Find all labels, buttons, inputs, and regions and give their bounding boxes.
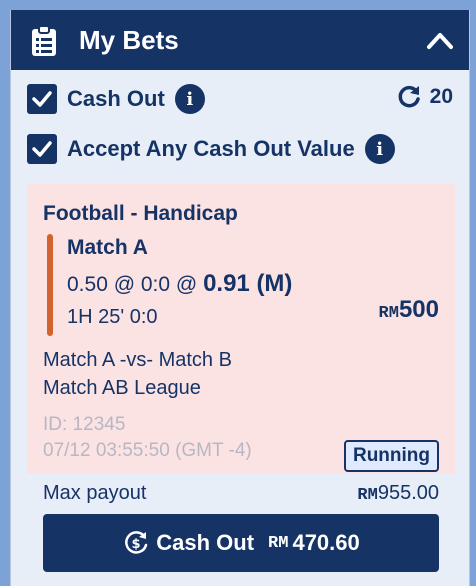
refresh-icon[interactable]	[396, 84, 422, 110]
cash-out-button[interactable]: $ Cash Out RM 470.60	[43, 514, 439, 572]
cash-out-amount: 470.60	[292, 530, 360, 555]
stake-amount: 500	[398, 296, 439, 323]
accept-any-option: Accept Any Cash Out Value i	[27, 134, 395, 164]
status-badge: Running	[343, 440, 439, 472]
teams-info: Match A -vs- Match B Match AB League	[43, 346, 232, 402]
accept-any-checkbox[interactable]	[27, 134, 57, 164]
league: Match AB League	[43, 377, 201, 399]
odds-line: 0.50 @ 0:0 @ 0.91 (M)	[67, 270, 292, 298]
accept-any-label: Accept Any Cash Out Value	[67, 136, 355, 161]
bet-card: Football - Handicap Match A 0.50 @ 0:0 @…	[27, 184, 455, 474]
page-title: My Bets	[79, 25, 179, 55]
checkmark-icon	[32, 91, 52, 107]
cash-out-icon: $	[125, 531, 148, 554]
info-icon[interactable]: i	[174, 84, 205, 114]
stake: RM500	[379, 296, 439, 324]
info-icon[interactable]: i	[364, 134, 395, 164]
bet-type: Football - Handicap	[43, 202, 238, 225]
accent-bar	[47, 234, 53, 336]
bet-meta: ID: 12345 07/12 03:55:50 (GMT -4)	[43, 412, 252, 464]
chevron-up-icon[interactable]	[425, 28, 455, 52]
checkmark-icon	[32, 141, 52, 157]
max-payout-label: Max payout	[43, 482, 147, 504]
refresh-count: 20	[429, 85, 453, 108]
payout-currency: RM	[357, 486, 378, 505]
odds-prefix: 0.50 @ 0:0 @	[67, 273, 198, 296]
payout-amount: 955.00	[377, 482, 439, 504]
bet-datetime: 07/12 03:55:50 (GMT -4)	[43, 440, 252, 461]
svg-text:$: $	[132, 537, 141, 552]
stake-currency: RM	[378, 304, 399, 323]
cash-out-option: Cash Out i	[27, 84, 205, 114]
teams: Match A -vs- Match B	[43, 349, 232, 371]
odds-value: 0.91 (M)	[203, 270, 293, 297]
panel-header[interactable]: My Bets	[11, 10, 469, 70]
max-payout-value: RM955.00	[357, 482, 439, 505]
max-payout-row: Max payout RM955.00	[43, 482, 439, 505]
cash-out-button-label: Cash Out	[156, 530, 255, 555]
my-bets-panel: My Bets Cash Out i 20 Accept Any Cash Ou…	[10, 10, 470, 586]
bet-id: ID: 12345	[43, 414, 126, 435]
cash-out-currency: RM	[268, 533, 289, 553]
refresh-counter[interactable]: 20	[396, 84, 453, 110]
match-name: Match A	[67, 236, 148, 259]
clipboard-icon	[32, 25, 56, 56]
cash-out-checkbox[interactable]	[27, 84, 57, 114]
cash-out-label: Cash Out	[67, 86, 165, 111]
match-time: 1H 25' 0:0	[67, 306, 158, 328]
